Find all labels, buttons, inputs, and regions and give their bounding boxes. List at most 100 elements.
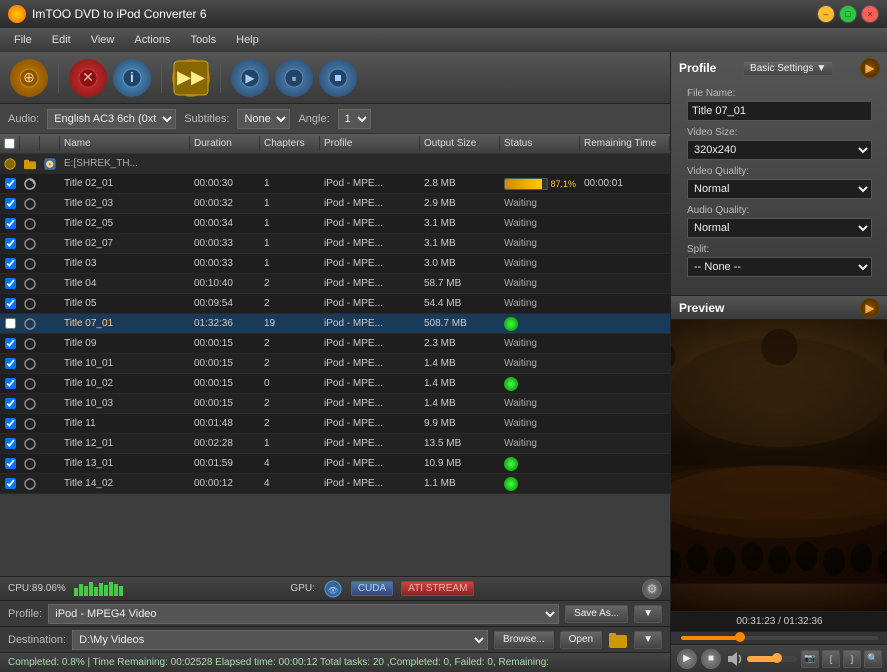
info-button[interactable]: i [113,59,151,97]
list-item[interactable]: Title 13_01 00:01:59 4 iPod - MPE... 10.… [0,454,670,474]
list-item[interactable]: Title 04 00:10:40 2 iPod - MPE... 58.7 M… [0,274,670,294]
play-ctrl-button[interactable]: ▶ [677,649,697,669]
pause-button[interactable]: ⏸ [275,59,313,97]
subtitles-select[interactable]: None [237,109,290,129]
select-all-checkbox[interactable] [4,138,15,149]
row-name: Title 07_01 [60,314,190,333]
profile-dropdown-button[interactable]: ▼ [634,605,662,623]
col-name[interactable]: Name [60,136,190,151]
cuda-button[interactable]: CUDA [351,581,393,596]
menu-edit[interactable]: Edit [42,32,81,48]
list-item[interactable]: Title 10_02 00:00:15 0 iPod - MPE... 1.4… [0,374,670,394]
volume-slider[interactable] [747,656,797,662]
row-profile: iPod - MPE... [320,174,420,193]
list-item[interactable]: Title 02_01 00:00:30 1 iPod - MPE... 2.8… [0,174,670,194]
maximize-button[interactable]: □ [839,5,857,23]
row-check[interactable] [0,334,20,353]
list-item[interactable]: Title 03 00:00:33 1 iPod - MPE... 3.0 MB… [0,254,670,274]
split-select[interactable]: -- None -- [687,257,872,277]
convert-button[interactable]: ▶▶ [172,59,210,97]
row-check[interactable] [0,354,20,373]
row-check[interactable] [0,314,20,333]
list-item[interactable]: Title 12_01 00:02:28 1 iPod - MPE... 13.… [0,434,670,454]
list-item[interactable]: Title 09 00:00:15 2 iPod - MPE... 2.3 MB… [0,334,670,354]
col-status[interactable]: Status [500,136,580,151]
destination-select[interactable]: D:\My Videos [72,630,488,650]
row-check[interactable] [0,214,20,233]
row-check[interactable] [0,174,20,193]
left-panel: ⊕ ✕ i ▶▶ ▶ ⏸ Audi [0,52,671,672]
list-item[interactable]: Title 07_01 01:32:36 19 iPod - MPE... 50… [0,314,670,334]
video-size-select[interactable]: 320x240 [687,140,872,160]
file-list[interactable]: Name Duration Chapters Profile Output Si… [0,134,670,494]
row-check[interactable] [0,234,20,253]
row-duration: 00:00:15 [190,394,260,413]
row-check[interactable] [0,274,20,293]
play-button[interactable]: ▶ [231,59,269,97]
menu-file[interactable]: File [4,32,42,48]
audio-select[interactable]: English AC3 6ch (0xt [47,109,176,129]
time-slider[interactable] [681,636,878,640]
row-check[interactable] [0,454,20,473]
list-item[interactable]: Title 11 00:01:48 2 iPod - MPE... 9.9 MB… [0,414,670,434]
settings-button[interactable]: ⚙ [642,579,662,599]
row-icon [20,314,40,333]
profile-select[interactable]: iPod - MPEG4 Video [48,604,559,624]
angle-select[interactable]: 1 [338,109,371,129]
row-check[interactable] [0,414,20,433]
arrow-right-button[interactable]: ▶ [860,58,880,78]
row-check[interactable] [0,374,20,393]
clip-start-button[interactable]: [ [822,650,840,668]
zoom-button[interactable]: 🔍 [864,650,882,668]
open-button[interactable]: Open [560,631,602,649]
col-size[interactable]: Output Size [420,136,500,151]
menu-actions[interactable]: Actions [124,32,180,48]
ati-stream-button[interactable]: ATI STREAM [401,581,474,596]
row-check[interactable] [0,294,20,313]
list-item[interactable]: Title 05 00:09:54 2 iPod - MPE... 54.4 M… [0,294,670,314]
list-item[interactable]: Title 02_03 00:00:32 1 iPod - MPE... 2.9… [0,194,670,214]
stop-button[interactable] [319,59,357,97]
time-thumb[interactable] [735,632,745,642]
destination-dropdown-button[interactable]: ▼ [634,631,662,649]
col-profile[interactable]: Profile [320,136,420,151]
clip-end-button[interactable]: ] [843,650,861,668]
col-chapters[interactable]: Chapters [260,136,320,151]
volume-thumb[interactable] [772,653,782,663]
add-button[interactable]: ⊕ [10,59,48,97]
preview-expand-button[interactable]: ▶ [860,298,880,318]
list-item[interactable]: Title 14_02 00:00:12 4 iPod - MPE... 1.1… [0,474,670,494]
row-check[interactable] [0,254,20,273]
row-name: Title 03 [60,254,190,273]
progress-bar [504,178,548,190]
basic-settings-button[interactable]: Basic Settings ▼ [743,61,833,76]
row-check[interactable] [0,394,20,413]
row-check [0,154,20,173]
col-remaining[interactable]: Remaining Time [580,136,670,151]
row-name: Title 11 [60,414,190,433]
remove-button[interactable]: ✕ [69,59,107,97]
audio-quality-select[interactable]: Normal [687,218,872,238]
row-check[interactable] [0,434,20,453]
video-quality-select[interactable]: Normal [687,179,872,199]
file-name-input[interactable] [687,101,872,121]
list-item[interactable]: Title 10_03 00:00:15 2 iPod - MPE... 1.4… [0,394,670,414]
list-item[interactable]: Title 02_05 00:00:34 1 iPod - MPE... 3.1… [0,214,670,234]
row-check[interactable] [0,194,20,213]
col-duration[interactable]: Duration [190,136,260,151]
minimize-button[interactable]: – [817,5,835,23]
list-item[interactable]: Title 02_07 00:00:33 1 iPod - MPE... 3.1… [0,234,670,254]
list-item[interactable]: Title 10_01 00:00:15 2 iPod - MPE... 1.4… [0,354,670,374]
row-remaining [580,334,670,353]
file-name-group: File Name: [687,88,872,121]
screenshot-button[interactable]: 📷 [801,650,819,668]
list-item[interactable]: 📀 E:[SHREK_TH... [0,154,670,174]
browse-button[interactable]: Browse... [494,631,554,649]
stop-ctrl-button[interactable]: ■ [701,649,721,669]
row-check[interactable] [0,474,20,493]
menu-tools[interactable]: Tools [180,32,226,48]
save-as-button[interactable]: Save As... [565,605,628,623]
menu-view[interactable]: View [81,32,125,48]
close-button[interactable]: × [861,5,879,23]
menu-help[interactable]: Help [226,32,269,48]
